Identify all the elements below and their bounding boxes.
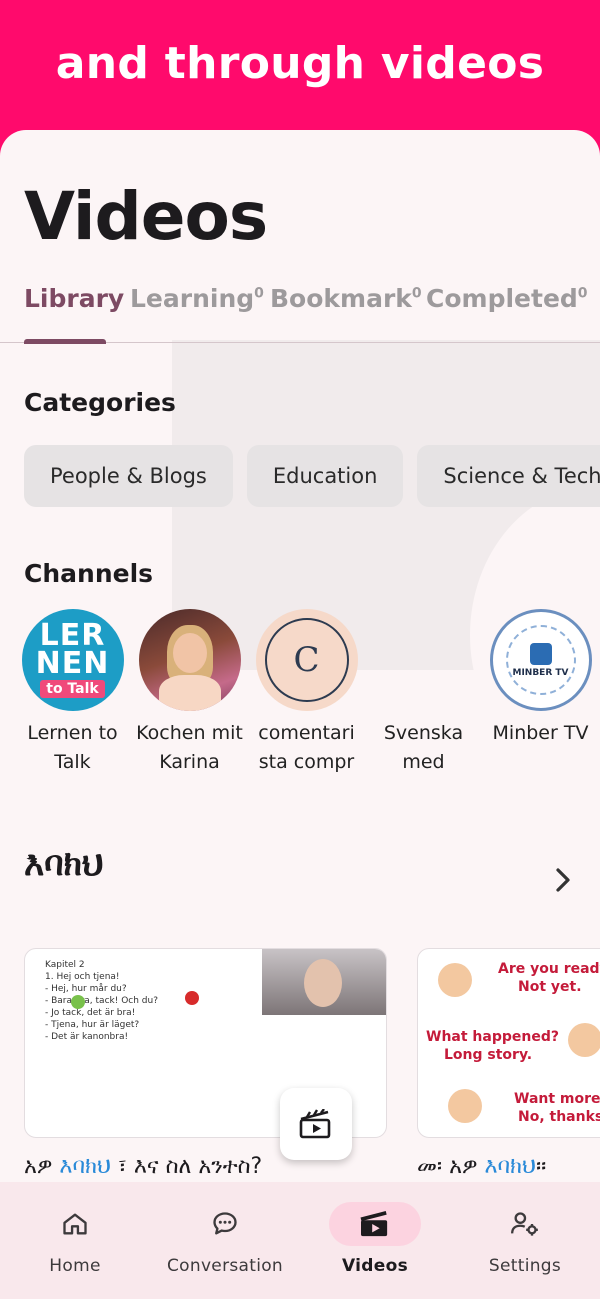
channel-avatar [138,609,241,711]
tab-count: 0 [411,285,422,302]
thumbnail-text: Long story. [444,1047,533,1063]
title-text: አዎ [24,1154,60,1179]
minber-logo-mark [529,642,552,665]
home-icon [63,1213,87,1235]
nav-label: Conversation [167,1256,283,1276]
bottom-navigation: Home Conversation Videos Settings [0,1182,600,1299]
tab-completed[interactable]: Completed0 [426,284,588,313]
logo-text: NEN [35,646,110,681]
tab-count: 0 [577,285,588,302]
presenter-head [304,959,342,1007]
channel-avatar: MINBER TV [489,609,592,711]
logo-ring: C [264,618,349,702]
tab-count: 0 [254,285,264,302]
category-chip-science-tech[interactable]: Science & Tech [417,445,600,507]
green-dot [71,995,85,1009]
title-text: ። [535,1154,547,1179]
tab-library[interactable]: Library [24,284,124,313]
tab-bar: Library Learning0 Bookmark0 Completed0 [0,280,600,344]
logo-text: to Talk [40,680,105,698]
avatar-face [172,633,207,673]
thumbnail-text: Kapitel 2 1. Hej och tjena! - Hej, hur m… [45,960,158,1042]
cartoon-kid [438,963,472,997]
video-fab-button[interactable] [280,1088,352,1160]
tab-label: Library [24,284,125,313]
category-chip-education[interactable]: Education [246,445,404,507]
nav-settings[interactable]: Settings [450,1182,600,1299]
thumbnail-text: No, thanks. [518,1109,600,1125]
clapperboard-icon [360,1210,388,1237]
clapperboard-icon [299,1109,331,1139]
channels-title: Channels [24,559,154,588]
chat-icon [213,1212,237,1235]
channel-name: Svenska med [383,722,464,773]
tab-bookmark[interactable]: Bookmark0 [270,284,422,313]
nav-label: Home [49,1256,101,1276]
nav-videos[interactable]: Videos [300,1182,450,1299]
nav-icon-container [29,1202,121,1246]
channel-comentarista[interactable]: C comentari sta compr [248,609,365,777]
thumbnail-text: Are you ready? [498,961,600,977]
tab-label: Learning [130,284,255,313]
user-settings-icon [511,1212,538,1236]
category-chip-people-blogs[interactable]: People & Blogs [24,445,233,507]
promo-banner: and through videos [0,0,600,140]
category-chips: People & Blogs Education Science & Tech [24,445,600,507]
channel-list: LER NEN to Talk Lernen to Talk Kochen mi… [14,609,599,777]
channel-name: Kochen mit Karina [136,722,243,773]
page-title: Videos [24,178,268,255]
channel-svenska-med[interactable]: Svenska med [365,609,482,777]
categories-title: Categories [24,388,176,417]
cartoon-kid [568,1023,600,1057]
avatar-body [158,675,221,711]
channel-name: comentari sta compr [258,722,355,773]
cartoon-kid [448,1089,482,1123]
webcam-overlay [262,949,386,1015]
nav-home[interactable]: Home [0,1182,150,1299]
nav-label: Videos [342,1256,408,1276]
app-screen: Videos Library Learning0 Bookmark0 Compl… [0,130,600,1299]
thumbnail-text: What happened? [426,1029,559,1045]
logo-text: MINBER TV [512,667,569,678]
minber-logo: MINBER TV [505,625,576,695]
channel-avatar [373,609,475,711]
channel-avatar: C [255,609,358,711]
nav-conversation[interactable]: Conversation [150,1182,300,1299]
channel-kochen-mit-karina[interactable]: Kochen mit Karina [131,609,248,777]
video-card[interactable]: Are you ready? Not yet. What happened? L… [417,948,600,1179]
video-thumbnail: Are you ready? Not yet. What happened? L… [417,948,600,1138]
video-title: መ፡ አዎ እባክህ። [417,1154,600,1179]
title-text: መ፡ አዎ [417,1154,485,1179]
channel-name: Lernen to Talk [27,722,118,773]
nav-icon-container [479,1202,571,1246]
title-keyword: እባክህ [59,1154,111,1179]
channel-name: Minber TV [492,722,589,744]
playlist-title: እባክህ [24,844,104,884]
title-text: ፣ እና ስለ አንተስ? [110,1154,263,1179]
active-tab-indicator [24,339,106,344]
red-dot [185,991,199,1005]
tab-label: Completed [426,284,578,313]
channel-avatar: LER NEN to Talk [21,609,124,711]
channel-minber-tv[interactable]: MINBER TV Minber TV [482,609,599,777]
tab-label: Bookmark [270,284,412,313]
title-keyword: እባክህ [484,1154,536,1179]
banner-text: and through videos [55,38,545,89]
nav-label: Settings [488,1256,562,1276]
nav-icon-container [179,1202,271,1246]
thumbnail-text: Want more? [514,1091,600,1107]
logo-letter: C [293,640,320,680]
thumbnail-text: Not yet. [518,979,582,995]
nav-icon-container [329,1202,421,1246]
tab-learning[interactable]: Learning0 [130,284,264,313]
channel-lernen-to-talk[interactable]: LER NEN to Talk Lernen to Talk [14,609,131,777]
chevron-right-icon[interactable] [548,865,578,895]
